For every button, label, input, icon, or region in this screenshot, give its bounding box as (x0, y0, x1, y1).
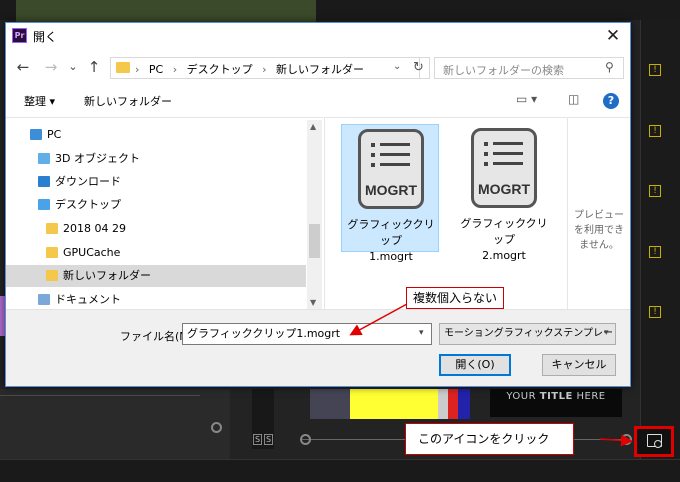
documents-icon (38, 294, 50, 305)
scrollbar-thumb[interactable] (309, 224, 320, 258)
dialog-title: 開く (33, 30, 58, 44)
forward-arrow-icon[interactable]: → (42, 58, 60, 76)
downloads-icon (38, 176, 50, 187)
dialog-toolbar: 整理 ▾ 新しいフォルダー ▭ ▾ ◫ ? (6, 85, 630, 115)
navigation-bar: ← → ⌄ ↑ › PC › デスクトップ › 新しいフォルダー ⌄ ↻ 新しい… (6, 49, 630, 83)
file-item-mogrt-1[interactable]: MOGRT グラフィッククリップ 1.mogrt (341, 124, 439, 263)
dialog-bottom-area: ファイル名(N): グラフィッククリップ1.mogrt ▾ モーショングラフィッ… (6, 309, 630, 386)
background-thumbnail (16, 0, 316, 22)
recent-locations-chevron-icon[interactable]: ⌄ (64, 58, 82, 76)
new-item-icon-badge (654, 440, 662, 448)
3d-objects-icon (38, 153, 50, 164)
breadcrumb-item[interactable]: 新しいフォルダー (276, 63, 364, 76)
address-bar[interactable]: › PC › デスクトップ › 新しいフォルダー ⌄ (110, 57, 420, 79)
file-item-mogrt-2[interactable]: MOGRT グラフィッククリップ 2.mogrt (455, 124, 553, 262)
tree-scrollbar[interactable]: ▲ ▼ (307, 120, 322, 310)
background-ruler (0, 395, 200, 396)
preview-unavailable-text: プレビューを利用できません。 (574, 210, 624, 251)
folder-tree: PC 3D オブジェクト ダウンロード デスクトップ 2018 04 29 GP… (6, 117, 323, 311)
help-icon[interactable]: ? (603, 93, 619, 109)
search-input[interactable]: 新しいフォルダーの検索 ⚲ (434, 57, 624, 79)
slider-handle-icon[interactable] (621, 434, 632, 445)
solo-button[interactable]: S (253, 434, 262, 445)
scroll-handle-icon[interactable] (211, 422, 222, 433)
file-list: MOGRT グラフィッククリップ 1.mogrt MOGRT グラフィッククリップ… (324, 117, 630, 310)
background-right-panel: ! ! ! ! ! (640, 20, 680, 460)
cancel-button[interactable]: キャンセル (542, 354, 616, 376)
folder-icon (46, 247, 58, 258)
open-button[interactable]: 開く(O) (439, 354, 511, 376)
mogrt-file-icon: MOGRT (358, 129, 424, 209)
breadcrumb: › PC › デスクトップ › 新しいフォルダー (135, 63, 365, 76)
tree-item-gpucache[interactable]: GPUCache (6, 242, 306, 264)
preview-pane-divider[interactable] (567, 118, 568, 310)
file-name: グラフィッククリップ 2.mogrt (460, 217, 548, 262)
mogrt-file-icon: MOGRT (471, 128, 537, 208)
background-preview-thumbnail (310, 389, 470, 419)
solo-button[interactable]: S (264, 434, 273, 445)
title-template-preview: YOUR TITLE HERE (490, 389, 622, 417)
back-arrow-icon[interactable]: ← (14, 58, 32, 76)
warning-icon: ! (649, 125, 661, 137)
folder-icon (116, 62, 130, 73)
chevron-down-icon[interactable]: ▾ (604, 328, 609, 338)
warning-icon: ! (649, 185, 661, 197)
premiere-app-icon: Pr (12, 28, 27, 43)
folder-icon (46, 270, 58, 281)
chevron-down-icon[interactable]: ▾ (419, 328, 424, 338)
up-arrow-icon[interactable]: ↑ (85, 58, 103, 76)
view-options-icon[interactable]: ▭ ▾ (516, 92, 537, 106)
tree-item-3d-objects[interactable]: 3D オブジェクト (6, 148, 306, 170)
background-timeline-panel (0, 389, 230, 459)
tree-item-pc[interactable]: PC (6, 124, 306, 146)
warning-icon: ! (649, 306, 661, 318)
highlighted-export-frame-button[interactable] (634, 426, 674, 457)
tree-item-downloads[interactable]: ダウンロード (6, 171, 306, 193)
folder-icon (46, 223, 58, 234)
refresh-icon[interactable]: ↻ (408, 57, 430, 79)
search-placeholder: 新しいフォルダーの検索 (443, 64, 564, 77)
annotation-callout-multiple: 複数個入らない (406, 287, 505, 309)
organize-menu[interactable]: 整理 ▾ (24, 93, 55, 109)
file-name: グラフィッククリップ 1.mogrt (347, 218, 435, 263)
desktop-icon (38, 199, 50, 210)
breadcrumb-item[interactable]: PC (149, 63, 163, 76)
dialog-titlebar[interactable]: Pr 開く ✕ (6, 23, 630, 49)
chevron-down-icon[interactable]: ⌄ (393, 61, 401, 72)
new-folder-button[interactable]: 新しいフォルダー (84, 93, 172, 109)
preview-pane-icon[interactable]: ◫ (568, 92, 579, 106)
pc-icon (30, 129, 42, 140)
tree-item-new-folder[interactable]: 新しいフォルダー (6, 265, 306, 287)
filename-field[interactable]: グラフィッククリップ1.mogrt (182, 323, 432, 345)
warning-icon: ! (649, 246, 661, 258)
background-bottom-bar (0, 459, 680, 482)
open-file-dialog: Pr 開く ✕ ← → ⌄ ↑ › PC › デスクトップ › 新しいフォルダー… (5, 22, 631, 387)
tree-item-desktop[interactable]: デスクトップ (6, 194, 306, 216)
breadcrumb-item[interactable]: デスクトップ (187, 63, 253, 76)
scroll-down-icon[interactable]: ▼ (310, 298, 316, 307)
close-icon[interactable]: ✕ (600, 25, 626, 47)
warning-icon: ! (649, 64, 661, 76)
slider-handle-icon[interactable] (300, 434, 311, 445)
tree-item-2018-04-29[interactable]: 2018 04 29 (6, 218, 306, 240)
tree-item-documents[interactable]: ドキュメント (6, 289, 306, 311)
search-icon: ⚲ (605, 60, 614, 74)
scroll-up-icon[interactable]: ▲ (310, 122, 316, 131)
filetype-select[interactable]: モーショングラフィックステンプレート (*. (439, 323, 616, 345)
annotation-callout-click-icon: このアイコンをクリック (405, 423, 575, 455)
